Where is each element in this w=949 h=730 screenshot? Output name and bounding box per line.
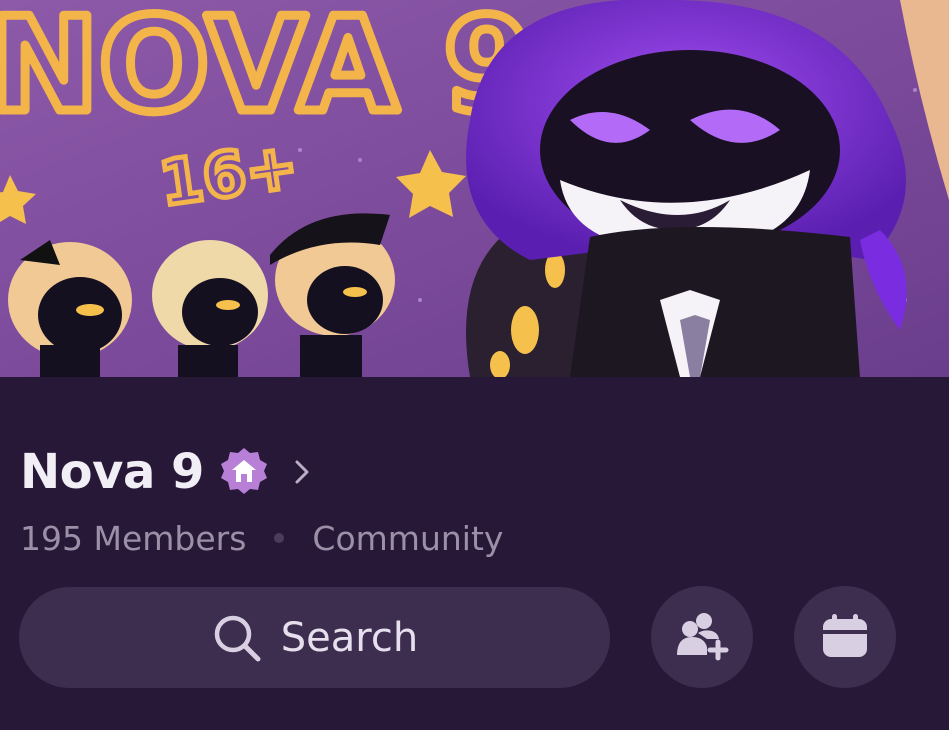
server-name: Nova 9 xyxy=(20,444,204,500)
banner-artwork: NOVA 9 16+ xyxy=(0,0,949,377)
member-count: 195 Members xyxy=(20,518,247,558)
banner-title-art: NOVA 9 xyxy=(0,0,534,141)
server-name-row[interactable]: Nova 9 xyxy=(20,440,312,504)
chevron-right-icon[interactable] xyxy=(292,458,312,486)
search-icon xyxy=(211,612,263,664)
add-member-icon xyxy=(677,613,729,661)
calendar-icon xyxy=(823,614,867,657)
server-meta-row: 195 Members Community xyxy=(20,515,503,561)
events-button[interactable] xyxy=(794,586,896,688)
server-profile-screen: NOVA 9 16+ Nova 9 195 Members Community … xyxy=(0,0,949,730)
community-home-badge-icon xyxy=(218,446,270,498)
server-banner[interactable]: NOVA 9 16+ xyxy=(0,0,949,377)
server-type: Community xyxy=(312,518,504,558)
invite-members-button[interactable] xyxy=(651,586,753,688)
search-label: Search xyxy=(280,614,419,661)
search-button[interactable]: Search xyxy=(19,587,610,688)
separator-dot xyxy=(274,533,285,543)
